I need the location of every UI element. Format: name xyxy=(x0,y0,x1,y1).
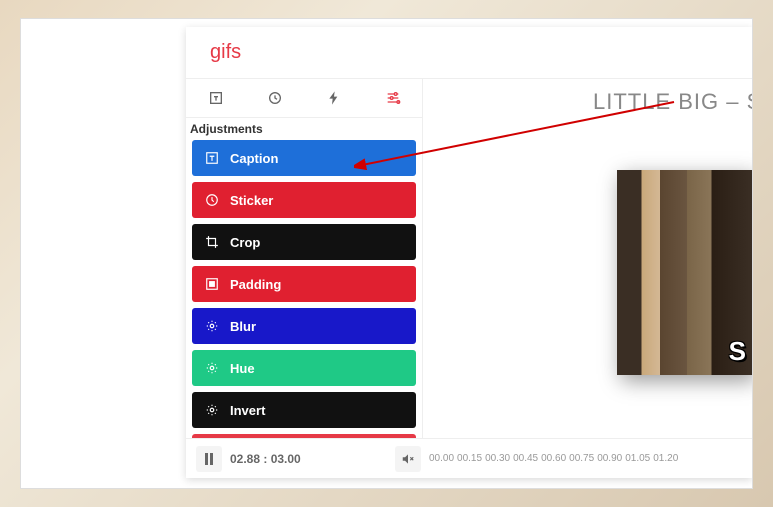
adjustment-label: Hue xyxy=(230,361,255,376)
tab-caption[interactable] xyxy=(186,79,245,117)
adjustment-caption[interactable]: Caption xyxy=(192,140,416,176)
adjustments-list[interactable]: Caption Sticker Crop Padding Blur Hue Invert xyxy=(186,140,422,434)
app-title: gifs xyxy=(186,27,752,78)
adjustment-label: Crop xyxy=(230,235,260,250)
tick: 01.05 xyxy=(625,453,650,464)
crop-icon xyxy=(204,234,220,250)
video-title: LITTLE BIG – SKIE xyxy=(423,79,752,115)
preview-area: S xyxy=(423,115,752,438)
tab-effects[interactable] xyxy=(304,79,363,117)
pause-button[interactable] xyxy=(196,446,222,472)
tick: 00.15 xyxy=(457,453,482,464)
pause-icon xyxy=(204,453,214,465)
tick: 00.90 xyxy=(597,453,622,464)
app-window: gifs Adjustments xyxy=(186,27,752,478)
sidebar: Adjustments Caption Sticker Crop Padding Blu… xyxy=(186,79,423,438)
tick: 00.30 xyxy=(485,453,510,464)
section-label: Adjustments xyxy=(186,118,422,140)
adjustment-label: Caption xyxy=(230,151,278,166)
bottom-bar: 02.88 : 03.00 00.0000.1500.3000.4500.600… xyxy=(186,438,752,478)
sticker-icon xyxy=(204,192,220,208)
hue-icon xyxy=(204,360,220,376)
tick: 00.00 xyxy=(429,453,454,464)
mute-button[interactable] xyxy=(395,446,421,472)
tab-adjustments[interactable] xyxy=(363,79,422,117)
padding-icon xyxy=(204,276,220,292)
adjustment-padding[interactable]: Padding xyxy=(192,266,416,302)
timeline-ticks[interactable]: 00.0000.1500.3000.4500.6000.7500.9001.05… xyxy=(421,453,678,464)
caption-frame-icon xyxy=(208,90,224,106)
tool-tabs xyxy=(186,79,422,118)
preview-thumbnail[interactable]: S xyxy=(617,170,752,375)
tick: 00.45 xyxy=(513,453,538,464)
speaker-muted-icon xyxy=(401,452,415,466)
tick: 01.20 xyxy=(653,453,678,464)
adjustment-label: Padding xyxy=(230,277,281,292)
caption-overlay-text: S xyxy=(729,336,746,367)
adjustment-label: Sticker xyxy=(230,193,273,208)
bolt-icon xyxy=(326,90,342,106)
tick: 00.60 xyxy=(541,453,566,464)
caption-icon xyxy=(204,150,220,166)
adjustment-hue[interactable]: Hue xyxy=(192,350,416,386)
adjustment-crop[interactable]: Crop xyxy=(192,224,416,260)
blur-icon xyxy=(204,318,220,334)
adjustment-invert[interactable]: Invert xyxy=(192,392,416,428)
tick: 00.75 xyxy=(569,453,594,464)
main-area: LITTLE BIG – SKIE S xyxy=(423,79,752,438)
adjustment-sticker[interactable]: Sticker xyxy=(192,182,416,218)
timer-icon xyxy=(267,90,283,106)
current-time: 02.88 xyxy=(230,452,260,466)
adjustment-label: Blur xyxy=(230,319,256,334)
sliders-icon xyxy=(385,90,401,106)
invert-icon xyxy=(204,402,220,418)
adjustment-label: Invert xyxy=(230,403,265,418)
tab-timer[interactable] xyxy=(245,79,304,117)
total-time: 03.00 xyxy=(271,452,301,466)
time-display: 02.88 : 03.00 xyxy=(230,452,387,466)
adjustment-blur[interactable]: Blur xyxy=(192,308,416,344)
